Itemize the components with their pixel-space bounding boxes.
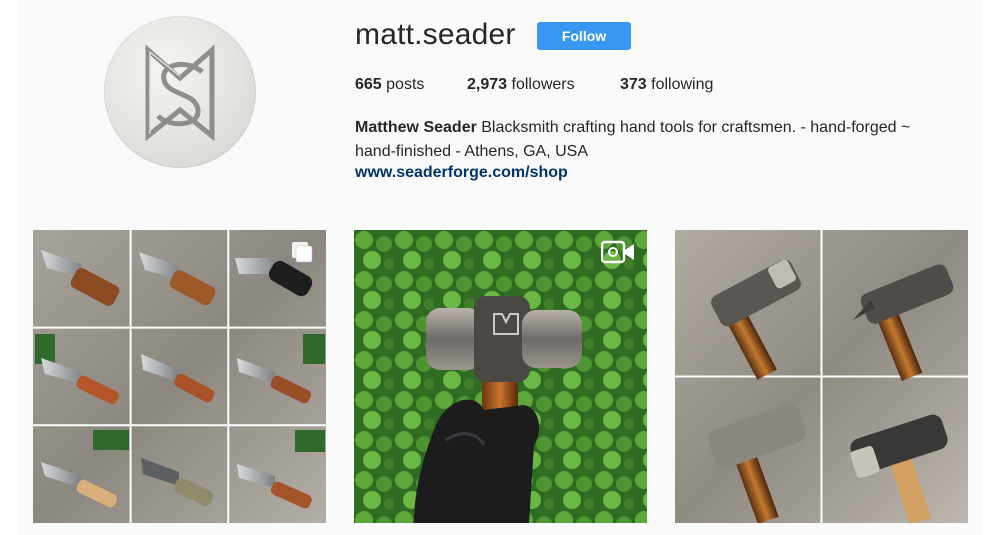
bio-website-link[interactable]: www.seaderforge.com/shop (355, 164, 568, 182)
profile-avatar[interactable] (104, 16, 256, 168)
profile-bio: Matthew Seader Blacksmith crafting hand … (355, 116, 955, 164)
stat-following[interactable]: 373 following (620, 76, 713, 94)
profile-full-name: Matthew Seader (355, 119, 477, 136)
following-count: 373 (620, 76, 647, 93)
knife-collage-image (33, 230, 326, 523)
stat-posts: 665 posts (355, 76, 424, 94)
post-hammer-video[interactable] (354, 230, 647, 523)
posts-count: 665 (355, 76, 382, 93)
hammer-collage-image (675, 230, 968, 523)
post-hammer-collage[interactable] (675, 230, 968, 523)
following-label: following (646, 76, 714, 93)
followers-count: 2,973 (467, 76, 508, 93)
hammer-video-thumbnail (354, 230, 647, 523)
video-camera-icon (601, 240, 634, 264)
profile-username: matt.seader (355, 18, 516, 51)
followers-label: followers (507, 76, 575, 93)
seader-forge-logo-icon (145, 44, 215, 142)
multiple-images-icon (292, 242, 313, 263)
follow-button[interactable]: Follow (537, 22, 631, 50)
posts-label: posts (381, 76, 425, 93)
stat-followers[interactable]: 2,973 followers (467, 76, 575, 94)
post-knife-collage[interactable] (33, 230, 326, 523)
